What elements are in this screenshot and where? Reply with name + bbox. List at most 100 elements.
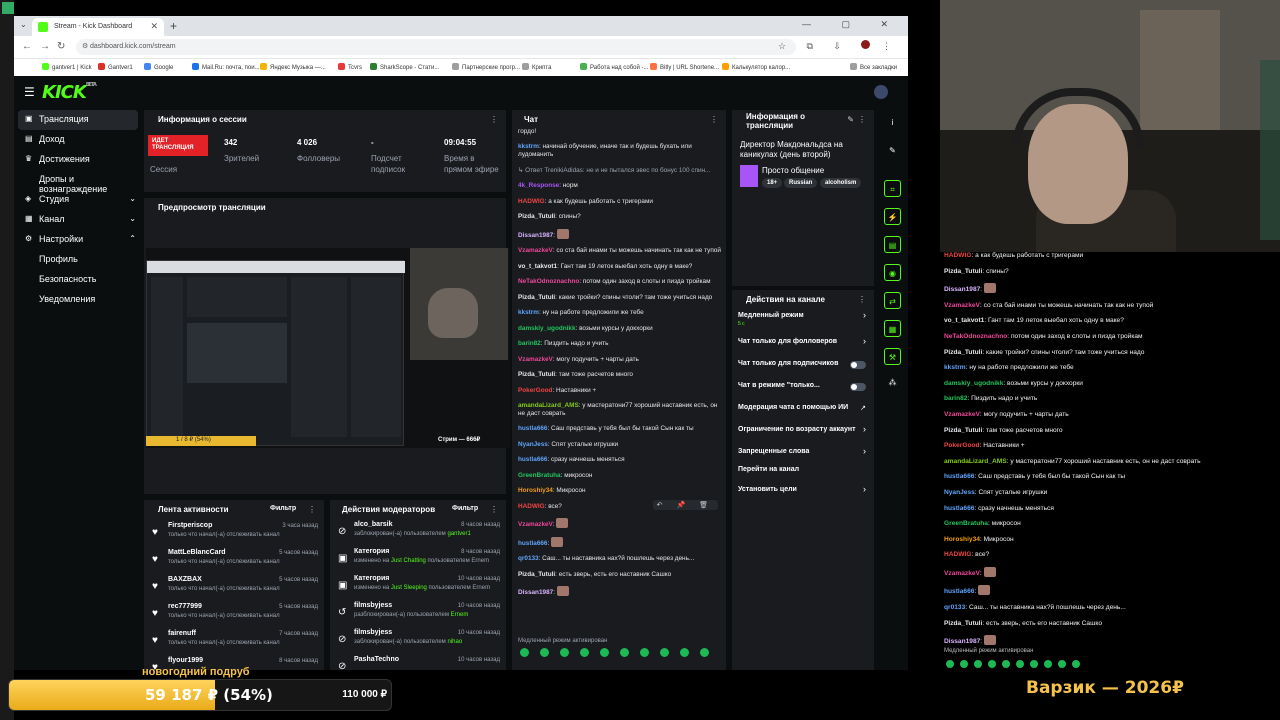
sidebar-item-7[interactable]: Профиль — [14, 250, 142, 270]
chat-username[interactable]: hustla666 — [944, 505, 974, 512]
info-icon[interactable]: i — [884, 114, 901, 131]
chat-username[interactable]: Dissan1987 — [518, 232, 553, 239]
chat-username[interactable]: NeTakOdnoznachno — [518, 278, 579, 285]
chat-username[interactable]: GreenBratuha — [518, 472, 561, 479]
chevron-right-icon[interactable]: › — [863, 446, 866, 456]
channel-action-label[interactable]: Запрещенные слова — [738, 448, 809, 455]
new-tab-icon[interactable]: + — [170, 19, 177, 33]
chat-username[interactable]: kkstrm — [518, 143, 539, 150]
lightning-icon[interactable]: ⚡ — [884, 208, 901, 225]
chat-username[interactable]: 4k_Response — [518, 182, 559, 189]
sidebar-item-9[interactable]: Уведомления — [14, 290, 142, 310]
mod-action-subject[interactable]: filmsbyjess — [354, 602, 392, 609]
chat-username[interactable]: Pizda_Tutuli — [518, 371, 555, 378]
chevron-right-icon[interactable]: › — [863, 424, 866, 434]
chat-username[interactable]: GreenBratuha — [944, 520, 988, 527]
chat-username[interactable]: vo_t_takvot1 — [518, 263, 557, 270]
channel-action-label[interactable]: Чат в режиме "только... — [738, 382, 820, 389]
edit-icon[interactable]: ✎ — [847, 115, 854, 124]
chat-username[interactable]: amandaLizard_AMS — [944, 458, 1007, 465]
chevron-right-icon[interactable]: › — [863, 484, 866, 494]
chat-username[interactable]: damskiy_ugodnikk — [944, 380, 1003, 387]
chat-username[interactable]: hustla666 — [518, 456, 547, 463]
toggle-switch[interactable] — [850, 383, 866, 391]
chat-username[interactable]: VzamazkeV — [944, 570, 980, 577]
mod-action-subject[interactable]: Категория — [354, 575, 389, 582]
chat-username[interactable]: VzamazkeV — [944, 411, 980, 418]
close-icon[interactable]: ✕ — [150, 21, 158, 32]
sidebar-item-2[interactable]: ♛ Достижения — [14, 150, 142, 170]
forward-icon[interactable]: → — [40, 41, 50, 52]
bookmark-item[interactable]: SharkScope - Стати... — [370, 63, 439, 71]
bookmark-item[interactable]: Google — [144, 63, 173, 71]
mods-filter-button[interactable]: Фильтр — [452, 505, 478, 512]
bookmark-item[interactable]: Калькулятор калор... — [722, 63, 790, 71]
user-avatar[interactable] — [874, 85, 888, 99]
activity-user[interactable]: fairenuff — [168, 630, 196, 637]
chat-username[interactable]: VzamazkeV — [518, 356, 553, 363]
more-icon[interactable]: ⋮ — [490, 115, 498, 124]
chat-username[interactable]: hustla666 — [944, 473, 974, 480]
activity-user[interactable]: BAXZBAX — [168, 576, 202, 583]
sidebar-item-4[interactable]: ◈ Студия ⌄ — [14, 190, 142, 210]
bookmark-item[interactable]: Партнерские прогр... — [452, 63, 520, 71]
chat-username[interactable]: damskiy_ugodnikk — [518, 325, 576, 332]
browser-tab[interactable]: Stream - Kick Dashboard ✕ — [32, 18, 164, 36]
bookmark-item[interactable]: Яндекс Музыка —... — [260, 63, 326, 71]
settings-icon[interactable]: ⁂ — [884, 374, 901, 391]
window-controls[interactable]: — ▢ ✕ — [802, 19, 902, 30]
menu-icon[interactable]: ☰ — [24, 85, 35, 99]
chat-username[interactable]: HADWIG — [944, 551, 971, 558]
bookmark-item[interactable]: Все закладки — [850, 63, 897, 71]
chat-username[interactable]: PokerGood — [518, 387, 552, 394]
chat-username[interactable]: Pizda_Tutuli — [944, 349, 982, 356]
chat-username[interactable]: Pizda_Tutuli — [944, 620, 982, 627]
sidebar-item-1[interactable]: ▤ Доход — [14, 130, 142, 150]
toolbar-actions[interactable]: ☆ ⧉ ⇩ ⋮ — [778, 40, 900, 52]
chevron-right-icon[interactable]: › — [863, 310, 866, 320]
chat-username[interactable]: barin82 — [944, 395, 967, 402]
chevron-right-icon[interactable]: › — [863, 336, 866, 346]
site-info-icon[interactable]: ⚙ — [82, 42, 88, 50]
chat-icon[interactable]: ◉ — [884, 264, 901, 281]
chat-username[interactable]: Horoshiy34 — [944, 536, 980, 543]
chat-username[interactable]: kkstrm — [518, 309, 539, 316]
sidebar-item-5[interactable]: ▦ Канал ⌄ — [14, 210, 142, 230]
sidebar-item-0[interactable]: ▣ Трансляция — [18, 110, 138, 130]
server-icon[interactable]: ▦ — [884, 320, 901, 337]
address-bar[interactable]: ⚙ dashboard.kick.com/stream — [76, 39, 796, 55]
chat-username[interactable]: hustla666 — [518, 540, 547, 547]
sidebar-item-3[interactable]: Дропы и вознаграждение — [14, 170, 142, 194]
chat-username[interactable]: VzamazkeV — [518, 521, 553, 528]
wrench-icon[interactable]: ⚒ — [884, 348, 901, 365]
more-icon[interactable]: ⋮ — [308, 505, 316, 514]
chat-username[interactable]: PokerGood — [944, 442, 980, 449]
chat-username[interactable]: Dissan1987 — [944, 286, 980, 293]
more-icon[interactable]: ⋮ — [490, 505, 498, 514]
bookmark-item[interactable]: Gantver1 — [98, 63, 133, 71]
external-link-icon[interactable]: ↗ — [860, 404, 866, 412]
chat-username[interactable]: NyanJess — [518, 441, 548, 448]
chat-username[interactable]: Pizda_Tutuli — [944, 268, 982, 275]
activity-filter-button[interactable]: Фильтр — [270, 505, 296, 512]
mod-action-subject[interactable]: PashaTechno — [354, 656, 399, 663]
chat-username[interactable]: vo_t_takvot1 — [944, 317, 984, 324]
bookmark-item[interactable]: Крипта — [522, 63, 551, 71]
chat-username[interactable]: Dissan1987 — [518, 589, 553, 596]
kick-logo[interactable]: KICKBETA — [42, 82, 97, 103]
mod-action-subject[interactable]: Категория — [354, 548, 389, 555]
bookmark-item[interactable]: Tcvrs — [338, 63, 362, 71]
activity-user[interactable]: flyour1999 — [168, 657, 203, 664]
back-icon[interactable]: ← — [22, 41, 32, 52]
chat-username[interactable]: Pizda_Tutuli — [518, 294, 555, 301]
channel-action-label[interactable]: Ограничение по возрасту аккаунт — [738, 426, 856, 433]
profile-avatar[interactable] — [861, 40, 871, 49]
sidebar-item-6[interactable]: ⚙ Настройки ⌃ — [14, 230, 142, 250]
emote-bar[interactable] — [520, 648, 720, 658]
chat-username[interactable]: Pizda_Tutuli — [944, 427, 982, 434]
chat-username[interactable]: Horoshiy34 — [518, 487, 553, 494]
more-icon[interactable]: ⋮ — [858, 295, 866, 304]
document-icon[interactable]: ▤ — [884, 236, 901, 253]
bookmark-item[interactable]: Mail.Ru: почта, пои... — [192, 63, 260, 71]
activity-user[interactable]: Firstperiscop — [168, 522, 212, 529]
